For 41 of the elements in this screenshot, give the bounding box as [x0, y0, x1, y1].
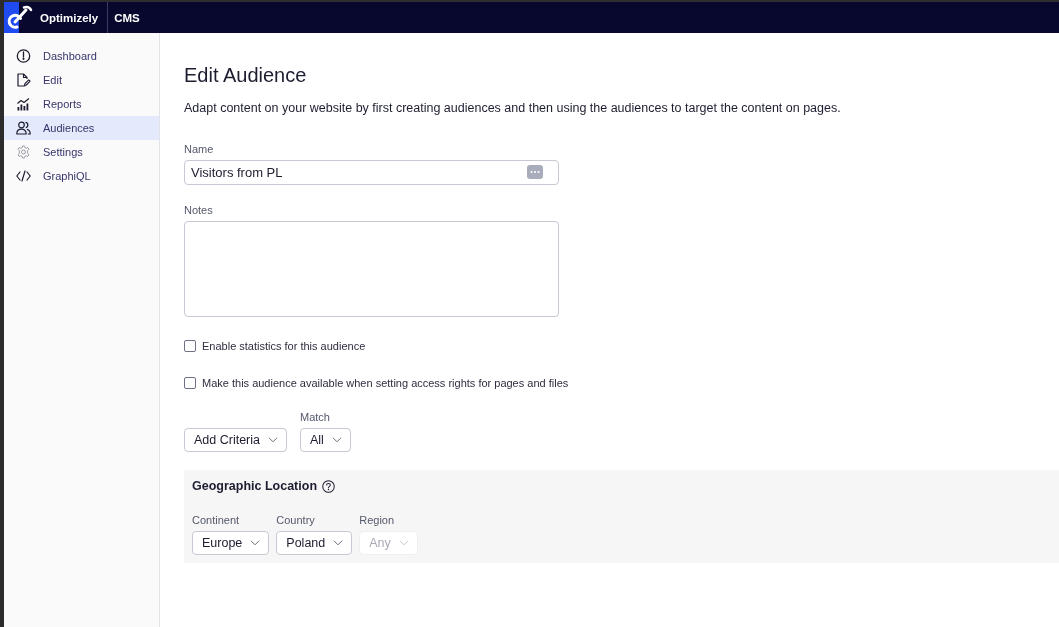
brand-name: Optimizely: [40, 11, 99, 24]
page-title: Edit Audience: [184, 63, 308, 88]
field-label: Notes: [184, 203, 214, 217]
field-label: Region: [359, 513, 395, 527]
sidebar-item[interactable]: Edit: [4, 68, 159, 92]
checkbox[interactable]: [184, 340, 196, 352]
sidebar-item[interactable]: Dashboard: [4, 44, 159, 68]
gauge-icon: [16, 49, 31, 63]
sidebar-item[interactable]: Settings: [4, 140, 159, 164]
help-icon[interactable]: [322, 479, 335, 493]
field-label: Name: [184, 142, 215, 156]
people-icon: [16, 121, 31, 135]
sidebar-item[interactable]: GraphiQL: [4, 164, 159, 188]
settings-icon: [16, 145, 31, 159]
page-description: Adapt content on your website by first creating audiences and then using the audiences to target the content on pages.: [184, 100, 842, 117]
dots-icon[interactable]: [527, 165, 543, 179]
code-icon: [16, 170, 31, 182]
document-pencil-icon: [16, 73, 31, 87]
checkbox-label: Make this audience available when setting access rights for pages and files: [202, 377, 569, 389]
logo-icon[interactable]: [4, 2, 34, 33]
field-label: Continent: [192, 513, 240, 527]
name-input-field[interactable]: Visitors from PL: [184, 160, 559, 185]
sidebar-item[interactable]: Reports: [4, 92, 159, 116]
criteria-title: Geographic Location: [192, 479, 317, 493]
add-criteria-dropdown[interactable]: Add Criteria: [184, 428, 287, 452]
bar-chart-icon: [16, 97, 31, 111]
notes-field[interactable]: [184, 221, 559, 317]
checkbox-label: Enable statistics for this audience: [202, 340, 366, 352]
chevron-icon: [268, 437, 278, 443]
checkbox[interactable]: [184, 377, 196, 389]
chevron-icon: [333, 540, 344, 546]
match-dropdown[interactable]: All: [300, 428, 351, 452]
product-name[interactable]: CMS: [114, 11, 140, 24]
select-dropdown[interactable]: Europe: [192, 531, 270, 555]
field-label: Match: [300, 410, 330, 424]
chevron-icon: [250, 540, 261, 546]
chevron-icon: [331, 437, 342, 443]
field-label: Country: [276, 513, 315, 527]
sidebar-item[interactable]: Audiences: [4, 116, 159, 140]
chevron-icon: [398, 540, 409, 546]
select-dropdown[interactable]: Poland: [276, 531, 353, 555]
